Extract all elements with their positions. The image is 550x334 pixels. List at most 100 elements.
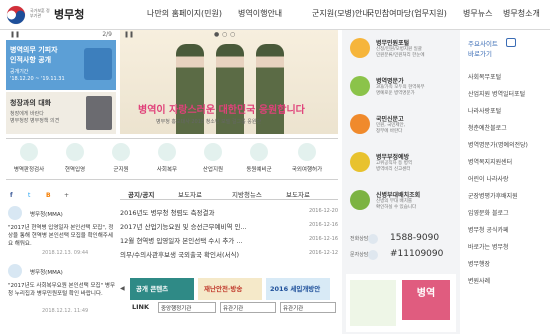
news-item[interactable]: 병무청(MMA) "2017년도 사회복무요원 본인선택 모집" 병무청 누리집… [6,264,116,324]
related-sites: 주요사이트 바로가기 사회복무포털 산업지원 병역일터포털 나라사랑포털 청춘예… [462,30,550,334]
notice-board: 공지/공지 보도자료 지방청뉴스 보도자료 2016년도 병무청 청렴도 측정결… [120,186,338,274]
tab-regional-news[interactable]: 지방청뉴스 [232,189,262,199]
reserve-icon [250,143,268,161]
blog-icon[interactable]: B [46,192,51,199]
slide-pager: 2/9 [102,31,112,38]
dot-indicator-icon[interactable]: ○ [230,31,235,38]
agency-select[interactable]: 중앙행정기관 [158,302,216,313]
link-bar: LINK 중앙행정기관 유관기관 유관기관 [120,302,338,314]
tab-press-release[interactable]: 보도자료 [286,189,310,199]
factory-icon [204,143,222,161]
board-row-title: 의무/수의사관후보생 국외출국 확인서(서식) [120,251,240,259]
card-sub-label: 공개기간 [10,69,29,75]
sms-icon [368,250,378,260]
related-link[interactable]: 산업지원 병역일터포털 [468,89,548,98]
service-item-petition[interactable]: 국민신문고 민원, 국민제안, 정부에 바란다 [346,112,456,140]
board-row[interactable]: 의무/수의사관후보생 국외출국 확인서(서식) 2016-12-12 [120,248,338,260]
service-sub2: 확인하실 수 있습니다 [376,205,417,210]
main-visual-banner[interactable]: ❚❚ ● ○ ○ 병역이 자랑스러운 대한민국 응원합니다 병무청 홍보대사 2… [120,30,338,134]
quick-menu: 병역판정검사 현역입영 군지원 사회복무 산업지원 동원예비군 국외여행허가 [6,138,338,180]
global-navigation: 나만의 홈페이지(민원) 병역이행안내 군지원(모병)안내 국민참여마당(업무지… [135,8,550,22]
related-link[interactable]: 청춘예찬블로그 [468,123,548,132]
related-link[interactable]: 어린이 나라사랑 [468,174,548,183]
service-item-assignment[interactable]: 신병부대배치조회 신병의 부대 배치를 확인하실 수 있습니다 [346,188,456,216]
nav-item-military-duty[interactable]: 병역이행안내 [238,8,282,19]
left-promo-panel: ❚❚ 2/9 병역의무 기피자 인적사항 공개 공개기간 '18.12.20 ~… [6,30,116,134]
related-select-2[interactable]: 유관기관 [280,302,336,313]
petition-icon [350,114,370,134]
service-sub2: 병역비리 신고센터 [376,167,411,172]
quick-item-reserve[interactable]: 동원예비군 [238,143,280,179]
dot-indicator-icon[interactable]: ○ [222,31,227,38]
more-icon[interactable]: + [64,192,69,199]
quick-item-label: 국외여행허가 [291,167,323,173]
related-link[interactable]: 나라사랑포털 [468,106,548,115]
promo-banner-contents[interactable]: 공개 콘텐츠 [130,278,194,300]
quick-item-volunteer[interactable]: 군지원 [100,143,142,179]
related-link[interactable]: 사회복무포털 [468,72,548,81]
quick-item-industry[interactable]: 산업지원 [192,143,234,179]
site-logo[interactable]: 국가보훈 정부기관 병무청 [6,5,106,27]
sms-number: #11109090 [390,249,444,259]
mma-logo-icon [8,206,22,220]
related-link[interactable]: 입영문화 블로그 [468,208,548,217]
commissioner-photo [86,96,112,130]
board-row-date: 2016-12-16 [308,222,338,228]
nav-item-participation[interactable]: 국민참여마당(업무지원) [367,8,447,19]
news-item[interactable]: 병무청(MMA) "2017년 현역병 입영일자 본인선택 모집", 정상을 통… [6,206,116,266]
board-row-title: 2017년 산업기능요원 및 승선근무예비역 인... [120,223,247,231]
banner-slider-controls: ❚❚ ● ○ ○ [120,30,338,40]
quick-item-enlist[interactable]: 현역입영 [54,143,96,179]
service-sub2: 정부에 바란다 [376,129,403,134]
twitter-icon[interactable]: t [28,192,30,199]
dot-indicator-icon[interactable]: ● [214,31,219,38]
sns-news-column: f t B + 병무청(MMA) "2017년 현역병 입영일자 본인선택 모집… [6,186,116,334]
related-link[interactable]: 군장병평가후배지원 [468,191,548,200]
airplane-icon [298,143,316,161]
service-item-prevention[interactable]: 병무부정예방 고위공직자 등 병역 병역비리 신고센터 [346,150,456,178]
tab-press[interactable]: 보도자료 [178,189,202,199]
related-link[interactable]: 병역명문가(명예의전당) [468,140,548,149]
nav-item-news[interactable]: 병무뉴스 [463,8,492,19]
phone-consult[interactable]: 전화상담 1588-9090 [346,232,456,246]
quick-item-exam[interactable]: 병역판정검사 [8,143,50,179]
board-tabs: 공지/공지 보도자료 지방청뉴스 보도자료 [120,186,338,200]
related-link[interactable]: 병역복지지원센터 [468,157,548,166]
nav-item-recruit[interactable]: 군지원(모병)안내 [312,8,370,19]
soldier-icon [66,143,84,161]
quick-item-overseas[interactable]: 국외여행허가 [286,143,328,179]
government-line: 국가보훈 정부기관 [30,8,50,18]
tab-notice[interactable]: 공지/공지 [128,189,154,199]
service-item-family[interactable]: 병역명문가 3대/가족 모두의 현역복무 명예로운 병역명문가 [346,74,456,102]
related-link[interactable]: 변원사례 [468,276,548,285]
nav-item-about[interactable]: 병무청소개 [503,8,540,19]
promo-banner-disaster[interactable]: 재난안전·방송 [198,278,262,300]
person-check-icon [20,143,38,161]
related-link[interactable]: 바로가는 병무청 [468,242,548,251]
phone-icon [368,234,378,244]
phone-label: 전화상담 [350,236,369,242]
board-row[interactable]: 12월 현역병 입영일자 본인선택 수시 추가 ... 2016-12-16 [120,234,338,246]
related-select[interactable]: 유관기관 [220,302,276,313]
service-banner[interactable]: 병역 [346,274,456,332]
campaign-image [350,280,396,326]
commissioner-talk-card[interactable]: 청장과의 대화 청장에게 바란다 병무청장 병무정책 의견 [6,92,116,134]
pause-icon[interactable]: ❚❚ [124,31,134,38]
related-link[interactable]: 병무행장 [468,259,548,268]
promo-banner-budget[interactable]: 2016 세입개방안 [266,278,330,300]
pause-icon[interactable]: ❚❚ [10,31,20,38]
board-row-title: 2016년도 병무청 청렴도 측정결과 [120,209,215,217]
related-link[interactable]: 병무청 공식카페 [468,225,548,234]
nav-item-my-homepage[interactable]: 나만의 홈페이지(민원) [147,8,222,19]
service-item-portal[interactable]: 병무민원포털 신청/민원/모병지원 일괄 민원분류/민원처리 한눈에 [346,36,456,64]
facebook-icon[interactable]: f [10,192,13,199]
quick-item-social-service[interactable]: 사회복무 [146,143,188,179]
prev-arrow-icon[interactable]: ◀ [120,285,125,292]
board-row[interactable]: 2017년 산업기능요원 및 승선근무예비역 인... 2016-12-16 [120,220,338,232]
evader-disclosure-card[interactable]: 병역의무 기피자 인적사항 공개 공개기간 '18.12.20 ~ '19.11… [6,40,116,90]
sms-consult[interactable]: 문자상담 #11109090 [346,248,456,262]
bookmark-icon [506,38,516,47]
board-row[interactable]: 2016년도 병무청 청렴도 측정결과 2016-12-20 [120,206,338,218]
taegeuk-emblem-icon [6,5,26,25]
board-row-title: 12월 현역병 입영일자 본인선택 수시 추가 ... [120,237,243,245]
